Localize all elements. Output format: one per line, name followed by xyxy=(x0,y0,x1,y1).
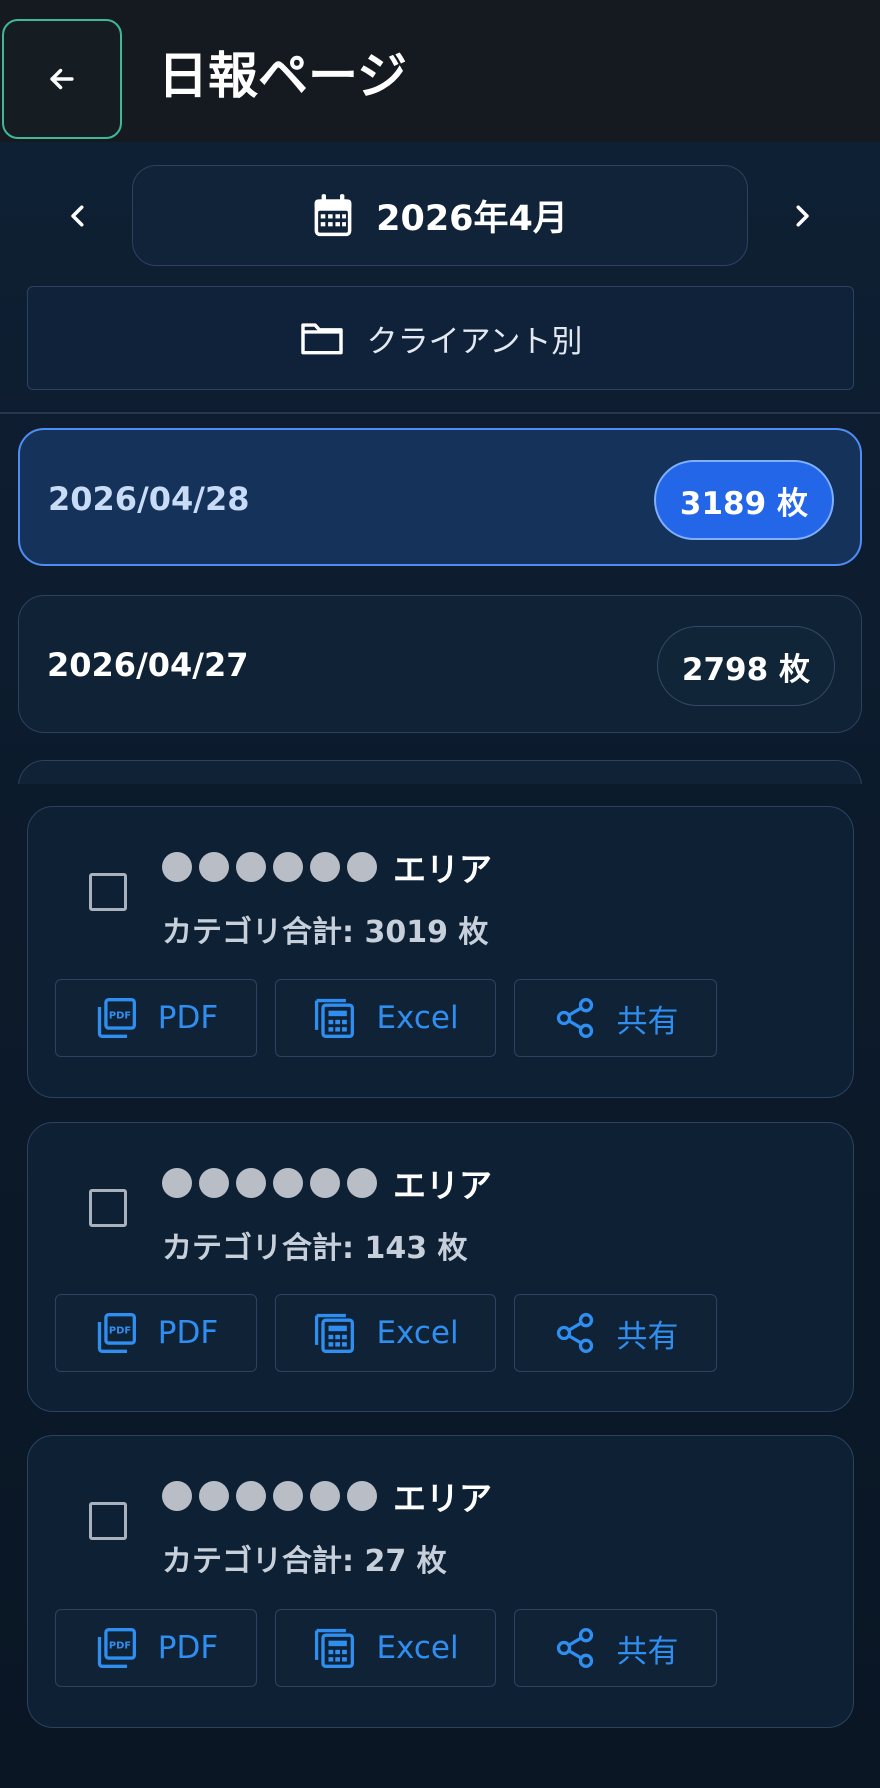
count-badge: 2798 枚 xyxy=(656,626,835,706)
excel-button[interactable]: Excel xyxy=(275,979,496,1057)
share-button[interactable]: 共有 xyxy=(514,1609,717,1687)
excel-button[interactable]: Excel xyxy=(275,1609,496,1687)
pdf-button[interactable]: PDF PDF xyxy=(55,1609,257,1687)
date-row-partial[interactable] xyxy=(18,760,862,784)
next-month-button[interactable] xyxy=(778,192,826,240)
arrow-left-icon xyxy=(50,68,74,90)
share-icon xyxy=(556,1313,593,1353)
month-selector[interactable]: 2026年4月 xyxy=(132,165,748,266)
pdf-button[interactable]: PDF PDF xyxy=(55,1294,257,1372)
excel-button[interactable]: Excel xyxy=(275,1294,496,1372)
share-button[interactable]: 共有 xyxy=(514,979,717,1057)
date-text: 2026/04/27 xyxy=(47,646,249,684)
share-button[interactable]: 共有 xyxy=(514,1294,717,1372)
calculator-icon xyxy=(315,1628,355,1668)
app-header: 日報ページ xyxy=(0,0,880,142)
calendar-icon xyxy=(314,193,352,236)
pdf-button[interactable]: PDF PDF xyxy=(55,979,257,1057)
client-filter-button[interactable]: クライアント別 xyxy=(27,286,854,390)
pdf-label: PDF xyxy=(157,1315,219,1351)
pdf-icon: PDF xyxy=(97,1628,136,1668)
area-total: カテゴリ合計: 27 枚 xyxy=(162,1544,447,1579)
client-filter-label: クライアント別 xyxy=(366,323,583,360)
masked-name-dots xyxy=(162,1481,377,1511)
count-badge: 3189 枚 xyxy=(653,460,834,540)
date-list: 2026/04/28 3189 枚 2026/04/27 2798 枚 xyxy=(0,428,880,784)
date-row[interactable]: 2026/04/27 2798 枚 xyxy=(18,595,862,733)
area-name: エリア xyxy=(162,1159,492,1207)
calculator-icon xyxy=(315,998,355,1038)
pdf-icon: PDF xyxy=(97,1313,136,1353)
share-icon xyxy=(556,998,593,1038)
masked-name-dots xyxy=(162,1168,377,1198)
folder-icon xyxy=(300,323,343,355)
area-card: エリア カテゴリ合計: 3019 枚 PDF PDF Excel 共有 xyxy=(27,806,854,1098)
pdf-label: PDF xyxy=(157,1000,219,1036)
area-total: カテゴリ合計: 3019 枚 xyxy=(162,915,489,950)
share-label: 共有 xyxy=(616,1003,679,1040)
area-card: エリア カテゴリ合計: 143 枚 PDF PDF Excel 共有 xyxy=(27,1122,854,1412)
share-icon xyxy=(556,1628,593,1668)
back-button[interactable] xyxy=(2,19,122,139)
pdf-icon: PDF xyxy=(97,998,136,1038)
chevron-right-icon xyxy=(796,205,809,227)
area-suffix: エリア xyxy=(393,1479,492,1518)
excel-label: Excel xyxy=(376,1315,459,1351)
area-card: エリア カテゴリ合計: 27 枚 PDF PDF Excel 共有 xyxy=(27,1435,854,1728)
area-checkbox[interactable] xyxy=(89,1189,127,1227)
share-label: 共有 xyxy=(616,1318,679,1355)
divider xyxy=(0,412,880,414)
page-title: 日報ページ xyxy=(158,47,407,105)
area-total: カテゴリ合計: 143 枚 xyxy=(162,1231,468,1266)
svg-text:PDF: PDF xyxy=(109,1326,131,1337)
area-suffix: エリア xyxy=(393,850,492,889)
area-checkbox[interactable] xyxy=(89,873,127,911)
svg-text:PDF: PDF xyxy=(109,1011,131,1022)
date-text: 2026/04/28 xyxy=(48,480,250,518)
app: 日報ページ 2026年4月 クライアント別 2026/04/28 3189 枚 … xyxy=(0,0,880,1788)
pdf-label: PDF xyxy=(157,1630,219,1666)
date-row-selected[interactable]: 2026/04/28 3189 枚 xyxy=(18,428,862,566)
month-label: 2026年4月 xyxy=(376,199,568,239)
prev-month-button[interactable] xyxy=(54,192,102,240)
excel-label: Excel xyxy=(376,1000,459,1036)
masked-name-dots xyxy=(162,852,377,882)
calculator-icon xyxy=(315,1313,355,1353)
share-label: 共有 xyxy=(616,1633,679,1670)
excel-label: Excel xyxy=(376,1630,459,1666)
area-name: エリア xyxy=(162,1472,492,1520)
area-name: エリア xyxy=(162,843,492,891)
area-checkbox[interactable] xyxy=(89,1502,127,1540)
chevron-left-icon xyxy=(71,205,84,227)
svg-text:PDF: PDF xyxy=(109,1641,131,1652)
area-suffix: エリア xyxy=(393,1166,492,1205)
